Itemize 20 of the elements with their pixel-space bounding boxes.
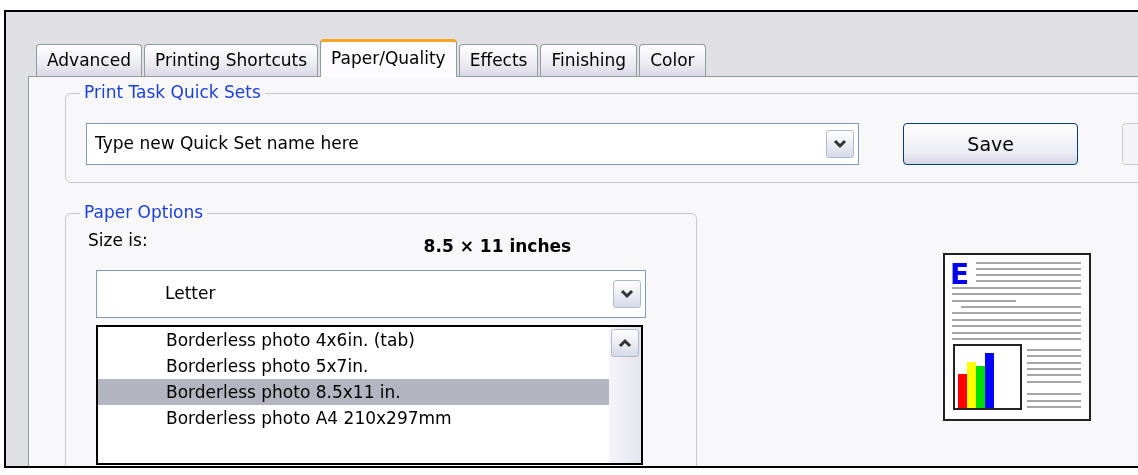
save-button[interactable]: Save: [903, 123, 1079, 165]
tab[interactable]: Advanced: [36, 44, 142, 76]
size-value: 8.5 × 11 inches: [423, 235, 572, 258]
page-preview-drawing: E: [943, 253, 1093, 423]
dropdown-item[interactable]: Borderless photo 5x7in.: [98, 353, 609, 379]
scroll-up-icon[interactable]: [611, 329, 639, 357]
tab[interactable]: Finishing: [540, 44, 638, 76]
tab[interactable]: Paper/Quality: [320, 39, 457, 77]
dropdown-item[interactable]: Borderless photo 8.5x11 in.: [98, 379, 609, 405]
group-legend: Paper Options: [80, 201, 208, 223]
dropdown-item[interactable]: Borderless photo 4x6in. (tab): [98, 327, 609, 353]
paper-size-combo[interactable]: Letter: [96, 269, 646, 318]
tab[interactable]: Effects: [458, 44, 539, 76]
dropdown-item[interactable]: Borderless photo A4 210x297mm: [98, 405, 609, 431]
tab[interactable]: Printing Shortcuts: [144, 44, 319, 76]
group-legend: Print Task Quick Sets: [80, 81, 265, 103]
tab[interactable]: Color: [639, 44, 706, 76]
scrollbar[interactable]: [609, 327, 641, 463]
size-label: Size is:: [88, 229, 148, 252]
quick-set-combo[interactable]: Type new Quick Set name here: [86, 123, 860, 165]
